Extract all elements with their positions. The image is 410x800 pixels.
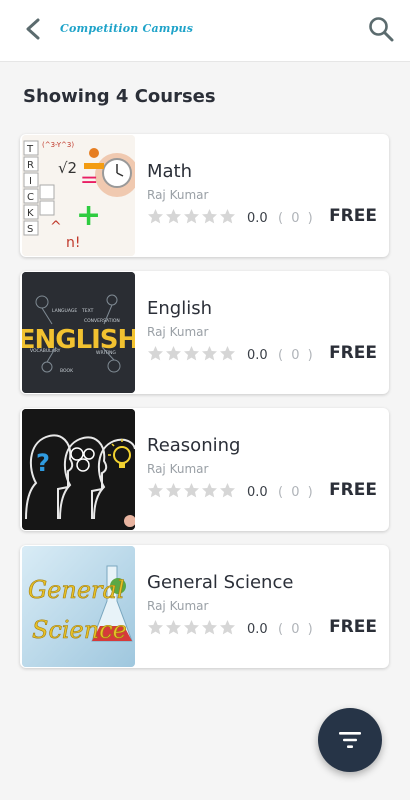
svg-text:S: S [27,224,33,235]
rating-stars [147,619,236,636]
course-title: General Science [147,572,294,593]
course-card-english[interactable]: LANGUAGE TEXT CONVERSATION VOCABULARY WR… [20,271,389,394]
course-price: FREE [329,617,377,637]
svg-text:C: C [27,192,34,203]
page-heading: Showing 4 Courses [23,86,216,107]
star-icon [184,483,199,498]
course-author: Raj Kumar [147,462,209,476]
svg-text:LANGUAGE: LANGUAGE [52,308,77,314]
filter-button[interactable] [318,708,382,772]
rating-value: 0.0 [247,211,268,226]
rating-value: 0.0 [247,348,268,363]
star-icon [202,483,217,498]
course-title: English [147,298,212,319]
course-title: Math [147,161,193,182]
svg-text:General: General [28,576,125,604]
star-icon [148,483,163,498]
rating-value: 0.0 [247,485,268,500]
svg-text:+: + [76,198,101,233]
star-icon [220,483,235,498]
course-title: Reasoning [147,435,241,456]
svg-text:T: T [26,144,34,155]
app-bar: Competition Campus [0,0,410,62]
course-author: Raj Kumar [147,599,209,613]
svg-text:?: ? [36,449,50,477]
svg-text:Science: Science [32,616,127,644]
course-price: FREE [329,343,377,363]
star-icon [220,620,235,635]
svg-text:CONVERSATION: CONVERSATION [84,318,120,324]
rating-value: 0.0 [247,622,268,637]
review-count: ( 0 ) [278,348,315,363]
svg-text:=: = [80,168,98,193]
star-icon [220,346,235,361]
back-arrow-icon [26,18,40,40]
svg-text:TEXT: TEXT [81,308,94,314]
star-icon [166,483,181,498]
svg-text:ENGLISH: ENGLISH [22,325,135,355]
course-author: Raj Kumar [147,325,209,339]
svg-text:^: ^ [50,219,62,235]
star-icon [148,346,163,361]
course-thumbnail: ? [22,409,135,530]
star-icon [166,346,181,361]
course-card-reasoning[interactable]: ? Reasoning Raj Kumar 0.0 ( 0 ) FREE [20,408,389,531]
svg-text:BOOK: BOOK [60,368,74,374]
review-count: ( 0 ) [278,485,315,500]
svg-text:(^3-Y^3): (^3-Y^3) [42,141,74,149]
review-count: ( 0 ) [278,211,315,226]
svg-text:R: R [27,160,34,171]
star-icon [202,209,217,224]
rating-stars [147,345,236,362]
star-icon [184,620,199,635]
star-icon [202,620,217,635]
svg-text:√2: √2 [58,159,77,177]
star-icon [148,209,163,224]
star-icon [166,620,181,635]
svg-text:I: I [29,176,32,187]
course-author: Raj Kumar [147,188,209,202]
star-icon [184,346,199,361]
course-price: FREE [329,480,377,500]
star-icon [220,209,235,224]
review-count: ( 0 ) [278,622,315,637]
rating-stars [147,208,236,225]
course-price: FREE [329,206,377,226]
course-thumbnail: T R I C K S (^3-Y^3) √2 = + n! ^ [22,135,135,256]
svg-text:n!: n! [66,235,81,251]
course-thumbnail: LANGUAGE TEXT CONVERSATION VOCABULARY WR… [22,272,135,393]
filter-icon [339,732,361,748]
course-card-math[interactable]: T R I C K S (^3-Y^3) √2 = + n! ^ Math Ra… [20,134,389,257]
star-icon [148,620,163,635]
rating-stars [147,482,236,499]
course-thumbnail: General Science [22,546,135,667]
search-icon [369,17,394,42]
app-title: Competition Campus [60,22,194,35]
star-icon [166,209,181,224]
svg-text:K: K [27,208,34,219]
star-icon [184,209,199,224]
back-button[interactable] [16,12,50,46]
search-button[interactable] [364,12,398,46]
course-card-general-science[interactable]: General Science General Science Raj Kuma… [20,545,389,668]
star-icon [202,346,217,361]
